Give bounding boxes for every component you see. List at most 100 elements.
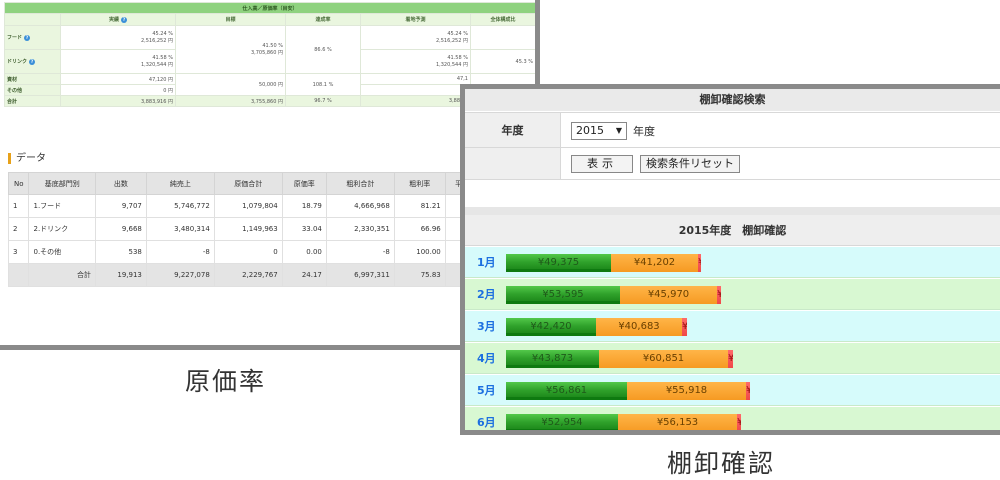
table-cell: 5,746,772 <box>145 194 215 218</box>
table-cell: 2,330,351 <box>325 217 395 241</box>
month-row: 5月 ¥56,861¥55,918¥1 <box>465 375 1000 406</box>
help-icon[interactable]: ? <box>29 58 36 65</box>
total-row: 合計 19,913 9,227,078 2,229,767 24.17 6,997,311… <box>7 263 535 287</box>
col-rate: 達成率 <box>285 13 361 26</box>
month-row: 4月 ¥43,873¥60,851¥2,476 <box>465 343 1000 374</box>
chevron-down-icon: ▼ <box>615 126 622 135</box>
data-col-header: 原価合計 <box>213 172 283 195</box>
month-row: 2月 ¥53,595¥45,970¥2,029 <box>465 279 1000 310</box>
table-cell: 19,913 <box>94 263 147 287</box>
help-icon[interactable]: ? <box>24 34 31 41</box>
table-cell: 75.83 <box>393 263 446 287</box>
table-cell: 18.79 <box>281 194 327 218</box>
red-segment: ¥2,0 <box>737 414 741 430</box>
year-suffix: 年度 <box>633 125 655 138</box>
col-forecast: 着地予測 <box>360 13 471 26</box>
table-cell: 1.フード <box>28 194 96 218</box>
green-segment: ¥52,954 <box>506 414 618 430</box>
data-col-header: 純売上 <box>145 172 215 195</box>
inventory-result-title: 2015年度 棚卸確認 <box>465 215 1000 246</box>
month-label: 1月 <box>477 256 496 269</box>
ratio-fragment: 45.3 % <box>470 49 535 74</box>
row-food: フード <box>7 35 23 41</box>
inventory-screenshot: 棚卸確認検索 年度 2015 ▼ 年度 表示 検索条件リセット 2015年度 棚卸… <box>460 84 1000 435</box>
table-cell: 2.ドリンク <box>28 217 96 241</box>
year-row: 年度 2015 ▼ 年度 <box>465 112 1000 147</box>
month-label: 2月 <box>477 288 496 301</box>
row-ingredients: 資材 <box>4 73 61 85</box>
row-total: 合計 <box>4 95 61 107</box>
table-cell: -8 <box>145 240 215 264</box>
table-cell: 2 <box>7 217 30 241</box>
cost-rate-screenshot: 仕入高／原価率（目安） 実績? 目標 達成率 着地予測 全体構成比 フード? 4… <box>0 0 540 350</box>
month-label: 4月 <box>477 352 496 365</box>
data-col-header: 粗利合計 <box>325 172 395 195</box>
month-row: 6月 ¥52,954¥56,153¥2,0 <box>465 407 1000 430</box>
data-col-header: 原価率 <box>281 172 327 195</box>
show-button[interactable]: 表示 <box>571 155 633 173</box>
row-drink: ドリンク <box>7 59 28 65</box>
table-cell: 9,707 <box>94 194 147 218</box>
table-cell: 1,149,963 <box>213 217 283 241</box>
cost-summary-table: 仕入高／原価率（目安） 実績? 目標 達成率 着地予測 全体構成比 フード? 4… <box>4 2 535 107</box>
row-other: その他 <box>4 84 61 96</box>
fd-target-amt: 3,705,860 円 <box>250 50 283 56</box>
table-cell: 538 <box>94 240 147 264</box>
total-actual: 3,883,916 円 <box>60 95 176 107</box>
col-target: 目標 <box>175 13 286 26</box>
ingredients-actual: 47,120 円 <box>60 73 176 85</box>
table-cell: 合計 <box>28 263 96 287</box>
table-cell: 0 <box>213 240 283 264</box>
red-segment: ¥2,476 <box>728 350 733 368</box>
table-row: 30.その他538-800.00-8100.00-0.010. <box>7 240 535 264</box>
month-label: 5月 <box>477 384 496 397</box>
table-cell: 9,668 <box>94 217 147 241</box>
food-actual-amt: 2,516,252 円 <box>140 38 173 44</box>
table-cell: -8 <box>325 240 395 264</box>
department-data-table: No基底部門別出数純売上原価合計原価率粗利合計粗利率平均純売上平均原 11.フー… <box>7 172 535 287</box>
fd-rate: 86.6 % <box>285 25 361 74</box>
search-title: 棚卸確認検索 <box>465 89 1000 111</box>
table-row: 1 1.フード 9,707 5,746,772 1,079,804 18.79 4,666,… <box>7 194 535 218</box>
misc-rate: 108.1 % <box>285 73 361 96</box>
table-cell: 4,666,968 <box>325 194 395 218</box>
green-segment: ¥42,420 <box>506 318 596 336</box>
caption-cost-rate: 原価率 <box>185 367 267 396</box>
orange-segment: ¥45,970 <box>620 286 717 304</box>
green-segment: ¥43,873 <box>506 350 599 368</box>
green-segment: ¥56,861 <box>506 382 627 400</box>
orange-segment: ¥41,202 <box>611 254 698 272</box>
drink-actual-amt: 1,320,544 円 <box>140 62 173 68</box>
col-ratio: 全体構成比 <box>470 13 535 26</box>
col-actual: 実績 <box>108 17 119 23</box>
table-cell: 24.17 <box>281 263 327 287</box>
data-col-header: No <box>7 172 30 195</box>
data-heading: データ <box>8 153 46 164</box>
table-cell: 0.00 <box>281 240 327 264</box>
misc-target: 50,000 円 <box>175 73 286 96</box>
table-cell: 1,079,804 <box>213 194 283 218</box>
data-col-header: 基底部門別 <box>28 172 96 195</box>
table-cell: 3,480,314 <box>145 217 215 241</box>
help-icon[interactable]: ? <box>121 16 127 23</box>
total-target: 3,755,860 円 <box>175 95 286 107</box>
reset-button[interactable]: 検索条件リセット <box>640 155 740 173</box>
year-select[interactable]: 2015 ▼ <box>571 122 627 140</box>
table-cell: 3 <box>7 240 30 264</box>
red-segment: ¥1 <box>746 382 750 400</box>
orange-segment: ¥40,683 <box>596 318 682 336</box>
orange-segment: ¥60,851 <box>599 350 728 368</box>
button-row: 表示 検索条件リセット <box>465 147 1000 180</box>
month-row: 1月 ¥49,375¥41,202¥1,618 <box>465 247 1000 278</box>
drink-forecast-amt: 1,320,544 円 <box>435 62 468 68</box>
month-label: 3月 <box>477 320 496 333</box>
total-rate: 96.7 % <box>285 95 361 107</box>
orange-segment: ¥56,153 <box>618 414 737 430</box>
table-cell: 1 <box>7 194 30 218</box>
ingredients-forecast: 47,1 <box>360 73 471 85</box>
red-segment: ¥1,618 <box>698 254 701 272</box>
table-cell <box>7 263 30 287</box>
table-cell: 2,229,767 <box>213 263 283 287</box>
green-segment: ¥49,375 <box>506 254 611 272</box>
month-row: 3月 ¥42,420¥40,683¥2,204 <box>465 311 1000 342</box>
